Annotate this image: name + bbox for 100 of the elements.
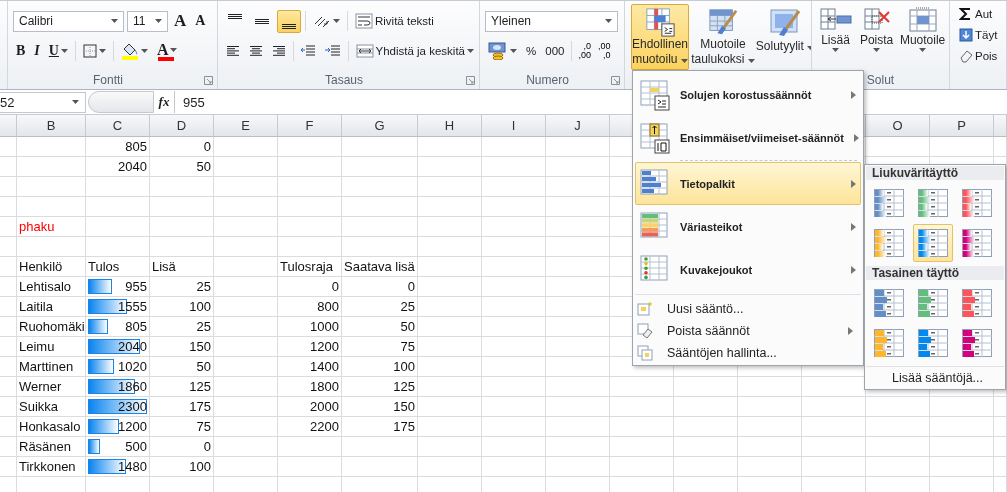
empty-cell: [738, 377, 802, 397]
empty-cell: [738, 397, 802, 417]
currency-button[interactable]: [485, 39, 520, 63]
dialog-launcher-icon[interactable]: [611, 75, 620, 85]
shrink-font-button[interactable]: A: [192, 9, 209, 33]
row-header[interactable]: [0, 317, 17, 337]
empty-cell: [802, 457, 866, 477]
row-header[interactable]: [0, 197, 17, 217]
font-color-button[interactable]: A: [153, 39, 181, 63]
dialog-launcher-icon[interactable]: [204, 75, 213, 85]
underline-button[interactable]: U: [45, 39, 71, 63]
styles-button[interactable]: Muotoile taulukoksi: [691, 4, 755, 70]
menu-item[interactable]: Kuvakejoukot: [635, 248, 861, 291]
editing-button[interactable]: Aut: [956, 3, 1006, 24]
empty-cell: [738, 437, 802, 457]
row-header[interactable]: [0, 137, 17, 157]
thousands-button[interactable]: 000: [542, 39, 568, 63]
table-cell: 2040: [86, 157, 150, 177]
column-header[interactable]: H: [418, 115, 482, 137]
column-header[interactable]: J: [546, 115, 610, 137]
cells-button[interactable]: Lisää: [816, 4, 856, 70]
menu-item[interactable]: Sääntöjen hallinta...: [635, 342, 861, 364]
styles-button[interactable]: Solutyylit: [757, 4, 811, 70]
row-header[interactable]: [0, 297, 17, 317]
table-cell: 100: [150, 297, 214, 317]
menu-item[interactable]: Väriasteikot: [635, 205, 861, 248]
bold-button[interactable]: B: [13, 39, 29, 63]
column-header[interactable]: G: [342, 115, 418, 137]
cells-button[interactable]: Poista: [857, 4, 897, 70]
empty-cell: [214, 437, 278, 457]
empty-cell: [418, 297, 482, 317]
empty-cell: [738, 417, 802, 437]
caret-icon: [605, 19, 612, 23]
editing-button[interactable]: Pois: [956, 45, 1006, 66]
empty-cell: [278, 217, 342, 237]
column-header[interactable]: F: [278, 115, 342, 137]
font-field[interactable]: Calibri: [13, 10, 124, 32]
menu-item[interactable]: Uusi sääntö...: [635, 298, 861, 320]
font-size-field[interactable]: 11: [127, 10, 168, 32]
row-header[interactable]: [0, 417, 17, 437]
empty-cell: [17, 157, 86, 177]
wrap-text-button[interactable]: Rivitä teksti: [352, 9, 437, 33]
empty-cell: [86, 177, 150, 197]
cells-button[interactable]: Muotoile: [898, 4, 947, 70]
column-header[interactable]: P: [930, 115, 994, 137]
empty-cell: [482, 237, 546, 257]
menu-item[interactable]: Tietopalkit: [635, 162, 861, 205]
empty-cell: [866, 457, 930, 477]
italic-button[interactable]: I: [31, 39, 43, 63]
menu-item[interactable]: Ensimmäiset/viimeiset-säännöt: [635, 116, 861, 159]
name-box[interactable]: 52: [0, 91, 86, 113]
decimal-button[interactable]: ,00 ,0: [595, 40, 613, 62]
menu-item[interactable]: Poista säännöt: [635, 320, 861, 342]
row-header[interactable]: [0, 237, 17, 257]
row-header[interactable]: [0, 277, 17, 297]
row-header[interactable]: [0, 357, 17, 377]
row-header[interactable]: [0, 177, 17, 197]
grow-font-button[interactable]: A: [171, 9, 190, 33]
empty-cell: [546, 357, 610, 377]
empty-cell: [930, 437, 994, 457]
group-label: Tasaus: [324, 73, 364, 87]
row-header[interactable]: [0, 257, 17, 277]
empty-cell: [418, 457, 482, 477]
column-header[interactable]: I: [482, 115, 546, 137]
row-header[interactable]: [0, 217, 17, 237]
column-header[interactable]: D: [150, 115, 214, 137]
number-format-field[interactable]: Yleinen: [485, 10, 618, 32]
caret-icon: [333, 19, 340, 23]
merge-center-button[interactable]: Yhdistä ja keskitä: [352, 39, 477, 63]
row-header[interactable]: [0, 157, 17, 177]
column-header[interactable]: O: [866, 115, 930, 137]
table-cell: Leimu: [17, 337, 86, 357]
more-rules-item[interactable]: Lisää sääntöjä...: [866, 366, 1004, 388]
row-header[interactable]: [0, 337, 17, 357]
vertical-align-button[interactable]: [277, 9, 301, 33]
row-header[interactable]: [0, 457, 17, 477]
section-header: Tasainen täyttö: [866, 266, 1004, 280]
column-header[interactable]: C: [86, 115, 150, 137]
editing-button[interactable]: Täyt: [956, 24, 1006, 45]
row-header[interactable]: [0, 437, 17, 457]
table-cell: Tirkkonen: [17, 457, 86, 477]
decimal-button[interactable]: ,0 ,00: [576, 40, 593, 62]
styles-button[interactable]: Ehdollinen muotoilu: [631, 4, 689, 70]
insert-function-button[interactable]: fx: [154, 94, 174, 110]
column-header[interactable]: E: [214, 115, 278, 137]
caret-icon: [832, 48, 840, 52]
table-cell: 805: [86, 137, 150, 157]
empty-cell: [17, 137, 86, 157]
table-cell: 1400: [278, 357, 342, 377]
column-header[interactable]: [994, 115, 1007, 137]
insert-cells-icon: [819, 7, 852, 33]
column-header[interactable]: B: [17, 115, 86, 137]
row-header[interactable]: [0, 397, 17, 417]
row-header[interactable]: [0, 377, 17, 397]
money-icon: [488, 42, 508, 60]
percent-button[interactable]: %: [523, 39, 540, 63]
select-all-corner[interactable]: [0, 115, 17, 137]
caret-icon: [467, 49, 474, 53]
empty-cell: [866, 437, 930, 457]
dialog-launcher-icon[interactable]: [466, 75, 475, 85]
